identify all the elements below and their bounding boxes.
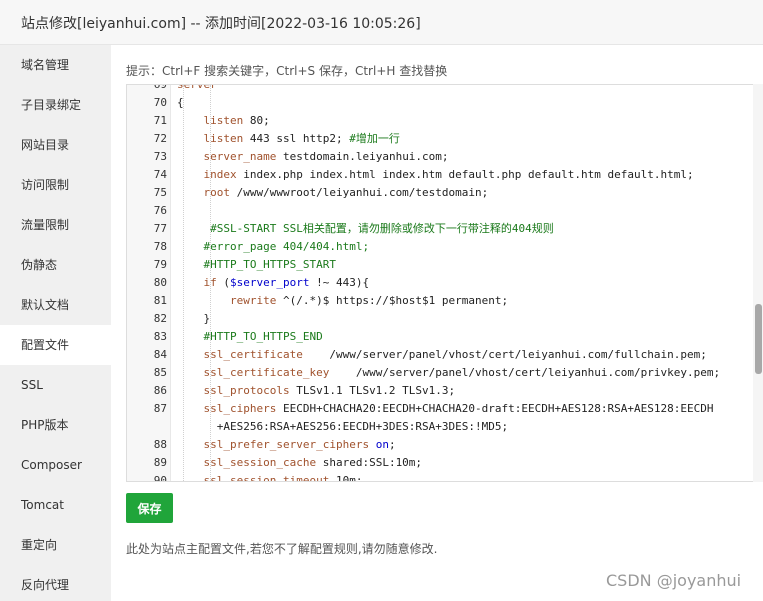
line-number: 86 [153, 384, 167, 397]
code-line[interactable]: 81 rewrite ^(/.*)$ https://$host$1 perma… [127, 292, 752, 310]
sidebar-item[interactable]: 配置文件 [0, 325, 111, 365]
code-text[interactable]: #HTTP_TO_HTTPS_START [177, 256, 336, 274]
line-number: 79 [153, 258, 167, 271]
scrollbar-thumb[interactable] [755, 304, 762, 374]
editor-hint: 提示：Ctrl+F 搜索关键字，Ctrl+S 保存，Ctrl+H 查找替换 [126, 64, 448, 78]
line-number: 78 [153, 240, 167, 253]
sidebar-item[interactable]: 子目录绑定 [0, 85, 111, 125]
code-text[interactable]: #HTTP_TO_HTTPS_END [177, 328, 323, 346]
code-line[interactable]: 84 ssl_certificate /www/server/panel/vho… [127, 346, 752, 364]
code-lines[interactable]: 69 server 70{71 listen 80; 72 listen 443 ss… [127, 85, 752, 481]
code-text[interactable]: #SSL-START SSL相关配置，请勿删除或修改下一行带注释的404规则 [177, 220, 554, 238]
code-text[interactable]: } [177, 310, 210, 328]
code-line[interactable]: 74 index index.php index.html index.htm … [127, 166, 752, 184]
line-number: 76 [153, 204, 167, 217]
sidebar: 域名管理 子目录绑定 网站目录 访问限制 流量限制 伪静态 默认文档 配置文件 SSL PHP版本… [0, 45, 111, 601]
line-number: 80 [153, 276, 167, 289]
code-line[interactable]: 70{ [127, 94, 752, 112]
line-number: 90 [153, 474, 167, 482]
code-line[interactable]: 72 listen 443 ssl http2; #增加一行 [127, 130, 752, 148]
code-line[interactable]: 83 #HTTP_TO_HTTPS_END [127, 328, 752, 346]
code-line[interactable]: 88 ssl_prefer_server_ciphers on; [127, 436, 752, 454]
code-text[interactable]: rewrite ^(/.*)$ https://$host$1 permanen… [177, 292, 508, 310]
code-text[interactable]: ssl_certificate_key /www/server/panel/vh… [177, 364, 721, 382]
code-line[interactable]: 90 ssl_session_timeout 10m; [127, 472, 752, 482]
line-number: 73 [153, 150, 167, 163]
code-line[interactable]: 76 [127, 202, 752, 220]
sidebar-item[interactable]: 伪静态 [0, 245, 111, 285]
code-text[interactable]: ssl_certificate /www/server/panel/vhost/… [177, 346, 707, 364]
code-text[interactable]: root /www/wwwroot/leiyanhui.com/testdoma… [177, 184, 489, 202]
code-line[interactable]: 77 #SSL-START SSL相关配置，请勿删除或修改下一行带注释的404规… [127, 220, 752, 238]
code-text[interactable]: ssl_session_cache shared:SSL:10m; [177, 454, 423, 472]
line-number: 89 [153, 456, 167, 469]
line-number: 75 [153, 186, 167, 199]
line-number: 88 [153, 438, 167, 451]
line-number: 81 [153, 294, 167, 307]
indent-guide [210, 85, 211, 481]
sidebar-item[interactable]: 重定向 [0, 525, 111, 565]
line-number: 71 [153, 114, 167, 127]
line-number: 83 [153, 330, 167, 343]
dialog-titlebar: 站点修改[leiyanhui.com] -- 添加时间[2022-03-16 1… [0, 0, 763, 45]
code-line[interactable]: +AES256:RSA+AES256:EECDH+3DES:RSA+3DES:!… [127, 418, 752, 436]
line-number: 84 [153, 348, 167, 361]
save-button[interactable]: 保存 [126, 493, 173, 523]
line-number: 72 [153, 132, 167, 145]
sidebar-item[interactable]: PHP版本 [0, 405, 111, 445]
sidebar-item[interactable]: 域名管理 [0, 45, 111, 85]
code-text[interactable]: if ($server_port !~ 443){ [177, 274, 370, 292]
line-number: 77 [153, 222, 167, 235]
code-line[interactable]: 87 ssl_ciphers EECDH+CHACHA20:EECDH+CHAC… [127, 400, 752, 418]
code-line[interactable]: 86 ssl_protocols TLSv1.1 TLSv1.2 TLSv1.3… [127, 382, 752, 400]
sidebar-item[interactable]: 流量限制 [0, 205, 111, 245]
config-warning-note: 此处为站点主配置文件,若您不了解配置规则,请勿随意修改. [126, 542, 438, 556]
indent-guide [183, 85, 184, 481]
code-line[interactable]: 80 if ($server_port !~ 443){ [127, 274, 752, 292]
code-line[interactable]: 75 root /www/wwwroot/leiyanhui.com/testd… [127, 184, 752, 202]
code-line[interactable]: 85 ssl_certificate_key /www/server/panel… [127, 364, 752, 382]
sidebar-item[interactable]: 访问限制 [0, 165, 111, 205]
code-text[interactable]: listen 80; [177, 112, 270, 130]
code-line[interactable]: 89 ssl_session_cache shared:SSL:10m; [127, 454, 752, 472]
sidebar-item[interactable]: 反向代理 [0, 565, 111, 601]
sidebar-item[interactable]: Composer [0, 445, 111, 485]
sidebar-item[interactable]: SSL [0, 365, 111, 405]
code-text[interactable]: ssl_session_timeout 10m; [177, 472, 363, 481]
sidebar-item[interactable]: 网站目录 [0, 125, 111, 165]
code-text[interactable]: server_name testdomain.leiyanhui.com; [177, 148, 449, 166]
code-line[interactable]: 79 #HTTP_TO_HTTPS_START [127, 256, 752, 274]
code-line[interactable]: 78 #error_page 404/404.html; [127, 238, 752, 256]
config-editor[interactable]: 69 server 70{71 listen 80; 72 listen 443 ss… [126, 84, 763, 482]
line-number: 70 [153, 96, 167, 109]
line-number: 74 [153, 168, 167, 181]
code-text[interactable]: ssl_protocols TLSv1.1 TLSv1.2 TLSv1.3; [177, 382, 456, 400]
code-text[interactable]: #error_page 404/404.html; [177, 238, 370, 256]
code-text[interactable]: ssl_ciphers EECDH+CHACHA20:EECDH+CHACHA2… [177, 400, 714, 418]
code-text[interactable]: index index.php index.html index.htm def… [177, 166, 694, 184]
editor-scrollbar[interactable] [753, 84, 763, 482]
line-number: 85 [153, 366, 167, 379]
sidebar-item[interactable]: 默认文档 [0, 285, 111, 325]
code-text[interactable]: +AES256:RSA+AES256:EECDH+3DES:RSA+3DES:!… [177, 418, 508, 436]
watermark: CSDN @joyanhui [606, 571, 742, 590]
code-line[interactable]: 73 server_name testdomain.leiyanhui.com; [127, 148, 752, 166]
code-line[interactable]: 82 } [127, 310, 752, 328]
sidebar-item[interactable]: Tomcat [0, 485, 111, 525]
dialog-title: 站点修改[leiyanhui.com] -- 添加时间[2022-03-16 1… [21, 16, 421, 32]
line-number: 82 [153, 312, 167, 325]
code-line[interactable]: 69 server [127, 84, 752, 94]
line-number: 87 [153, 402, 167, 415]
line-number: 69 [153, 84, 167, 91]
code-line[interactable]: 71 listen 80; [127, 112, 752, 130]
